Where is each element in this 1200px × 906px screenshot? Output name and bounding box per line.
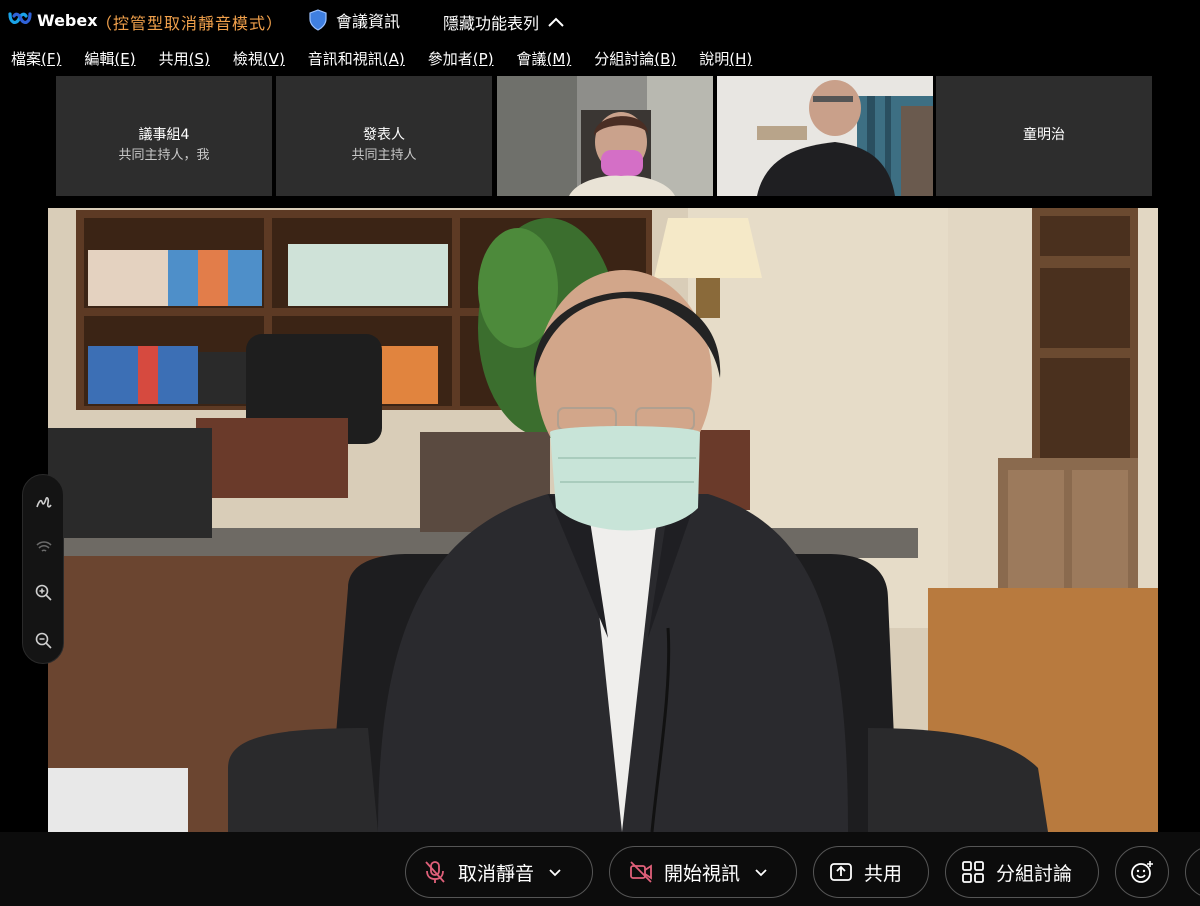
menu-item-shortcut: (V) bbox=[262, 50, 285, 68]
zoom-in-icon[interactable] bbox=[34, 583, 54, 603]
participant-thumb-0[interactable]: 議事組4 共同主持人，我 bbox=[56, 76, 272, 196]
chevron-up-icon bbox=[548, 17, 564, 27]
chevron-down-icon[interactable] bbox=[548, 867, 562, 877]
breakout-label: 分組討論 bbox=[996, 862, 1073, 885]
main-speaker-video[interactable] bbox=[48, 208, 1158, 832]
menu-item-shortcut: (P) bbox=[472, 50, 494, 68]
menu-item-2[interactable]: 共用(S) bbox=[159, 46, 210, 72]
menu-item-3[interactable]: 檢視(V) bbox=[233, 46, 285, 72]
menu-item-shortcut: (E) bbox=[114, 50, 136, 68]
menu-item-4[interactable]: 音訊和視訊(A) bbox=[308, 46, 405, 72]
audio-wave-icon[interactable] bbox=[34, 537, 54, 557]
menu-item-shortcut: (S) bbox=[188, 50, 210, 68]
mic-muted-icon bbox=[425, 861, 445, 883]
start-video-button[interactable]: 開始視訊 bbox=[609, 846, 797, 898]
unmute-label: 取消靜音 bbox=[458, 862, 535, 885]
menu-item-label: 會議 bbox=[516, 50, 547, 68]
unmute-button[interactable]: 取消靜音 bbox=[405, 846, 593, 898]
menu-item-7[interactable]: 分組討論(B) bbox=[594, 46, 676, 72]
menu-item-label: 檢視 bbox=[232, 50, 263, 68]
menu-item-shortcut: (B) bbox=[654, 50, 677, 68]
menu-item-1[interactable]: 編輯(E) bbox=[84, 46, 135, 72]
start-video-label: 開始視訊 bbox=[664, 862, 741, 885]
menu-item-8[interactable]: 說明(H) bbox=[699, 46, 752, 72]
participant-role: 共同主持人，我 bbox=[118, 148, 210, 163]
webex-logo-icon bbox=[8, 12, 32, 24]
zoom-out-icon[interactable] bbox=[34, 631, 54, 651]
menu-item-label: 編輯 bbox=[84, 50, 115, 68]
hide-menu-bar-button[interactable]: 隱藏功能表列 bbox=[443, 10, 565, 34]
meeting-controls: 取消靜音 開始視訊 共用 分組討論 bbox=[0, 832, 1200, 906]
more-button-partial[interactable] bbox=[1185, 846, 1200, 898]
mute-mode-label: （控管型取消靜音模式） bbox=[96, 14, 284, 33]
participant-thumb-1[interactable]: 發表人 共同主持人 bbox=[276, 76, 492, 196]
chevron-down-icon[interactable] bbox=[754, 867, 768, 877]
menu-item-label: 分組討論 bbox=[594, 50, 655, 68]
meeting-info-label: 會議資訊 bbox=[336, 12, 401, 31]
participant-thumb-video-2[interactable] bbox=[497, 76, 713, 196]
hide-menu-label: 隱藏功能表列 bbox=[443, 14, 540, 33]
menu-bar: 檔案(F) 編輯(E) 共用(S) 檢視(V) 音訊和視訊(A) 參加者(P) 會議(M) 分… bbox=[0, 46, 764, 72]
participant-thumb-4[interactable]: 童明治 bbox=[936, 76, 1152, 196]
share-label: 共用 bbox=[864, 862, 903, 885]
meeting-info-button[interactable]: 會議資訊 bbox=[308, 8, 400, 32]
participant-role: 共同主持人 bbox=[351, 148, 417, 163]
menu-item-shortcut: (M) bbox=[546, 50, 572, 68]
menu-item-label: 音訊和視訊 bbox=[307, 50, 383, 68]
participant-name: 發表人 bbox=[363, 127, 405, 143]
share-icon bbox=[830, 863, 852, 881]
app-name: Webex bbox=[37, 11, 98, 30]
menu-item-label: 參加者 bbox=[427, 50, 473, 68]
participant-thumb-video-3[interactable] bbox=[717, 76, 933, 196]
breakout-grid-icon bbox=[962, 861, 984, 883]
participant-name: 議事組4 bbox=[138, 127, 190, 143]
menu-item-label: 共用 bbox=[158, 50, 189, 68]
reactions-button[interactable] bbox=[1115, 846, 1169, 898]
participant-video-woman bbox=[497, 76, 713, 196]
participant-name: 童明治 bbox=[1023, 127, 1065, 143]
title-bar: Webex （控管型取消靜音模式） 會議資訊 隱藏功能表列 bbox=[0, 0, 1200, 42]
annotate-icon[interactable] bbox=[34, 493, 54, 513]
shield-icon bbox=[309, 9, 327, 31]
side-toolbar bbox=[22, 474, 64, 664]
menu-item-label: 說明 bbox=[699, 50, 730, 68]
share-button[interactable]: 共用 bbox=[813, 846, 929, 898]
menu-item-shortcut: (F) bbox=[41, 50, 62, 68]
emoji-reaction-icon bbox=[1131, 861, 1153, 883]
speaker-video-frame bbox=[48, 208, 1158, 832]
participant-video-man bbox=[717, 76, 933, 196]
menu-item-label: 檔案 bbox=[11, 50, 42, 68]
breakout-button[interactable]: 分組討論 bbox=[945, 846, 1099, 898]
video-off-icon bbox=[630, 861, 652, 883]
menu-item-0[interactable]: 檔案(F) bbox=[11, 46, 61, 72]
menu-item-shortcut: (H) bbox=[729, 50, 753, 68]
menu-item-shortcut: (A) bbox=[382, 50, 405, 68]
menu-item-6[interactable]: 會議(M) bbox=[517, 46, 572, 72]
menu-item-5[interactable]: 參加者(P) bbox=[428, 46, 494, 72]
